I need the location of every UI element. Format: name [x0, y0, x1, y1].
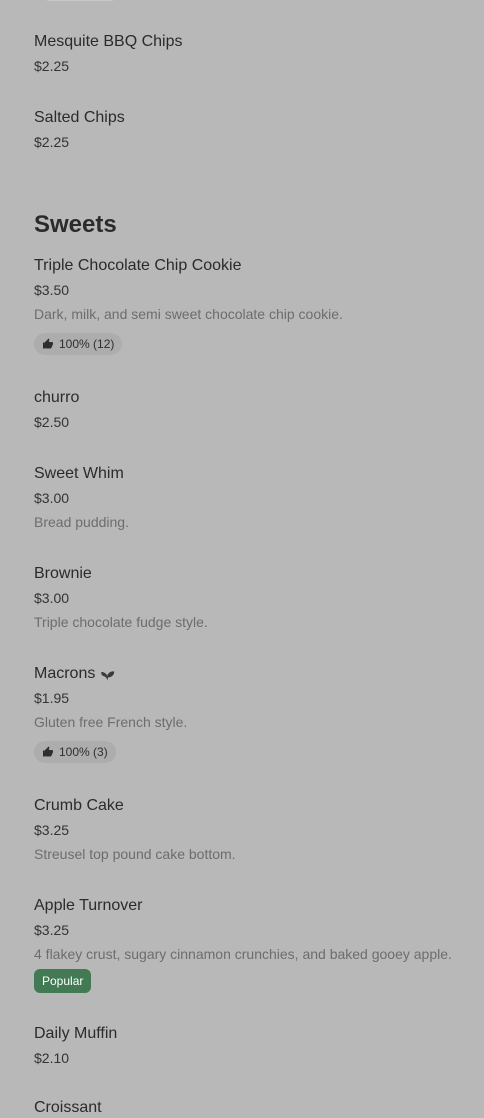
rating-text: 100% (12) — [59, 337, 115, 351]
item-name: Mesquite BBQ Chips — [34, 33, 183, 50]
item-name: Salted Chips — [34, 109, 125, 126]
rating-badge: 100% (3) — [34, 741, 116, 763]
rating-badge: 100% (12) — [34, 333, 123, 355]
item-description: Bread pudding. — [34, 514, 129, 530]
item-name: Triple Chocolate Chip Cookie — [34, 257, 242, 274]
item-description: Triple chocolate fudge style. — [34, 614, 208, 630]
item-name: Macrons — [34, 665, 96, 682]
item-price: $2.50 — [34, 414, 70, 430]
menu-item-mesquite-bbq-chips[interactable]: Mesquite BBQ Chips $2.25 — [34, 32, 464, 75]
item-description: Streusel top pound cake bottom. — [34, 846, 236, 862]
menu-item-daily-muffin[interactable]: Daily Muffin $2.10 — [34, 1024, 464, 1067]
item-price: $3.00 — [34, 490, 70, 506]
menu-item-croissant[interactable]: Croissant — [34, 1098, 464, 1118]
item-description: Gluten free French style. — [34, 714, 188, 730]
menu-item-macrons[interactable]: Macrons $1.95 Gluten free French style. … — [34, 664, 464, 763]
item-price: $3.25 — [34, 822, 70, 838]
menu-item-triple-chocolate-chip-cookie[interactable]: Triple Chocolate Chip Cookie $3.50 Dark,… — [34, 256, 464, 355]
rating-text: 100% (3) — [59, 745, 108, 759]
item-name: Apple Turnover — [34, 897, 143, 914]
item-name: Daily Muffin — [34, 1025, 118, 1042]
thumbs-up-icon — [43, 746, 53, 757]
item-price: $2.10 — [34, 1050, 70, 1066]
previous-item-badge-edge — [46, 0, 114, 1]
menu-item-churro[interactable]: churro $2.50 — [34, 388, 464, 431]
popular-badge: Popular — [34, 969, 92, 993]
menu-item-apple-turnover[interactable]: Apple Turnover $3.25 4 flakey crust, sug… — [34, 896, 464, 993]
item-name: Crumb Cake — [34, 797, 124, 814]
item-name-row: Macrons — [34, 664, 464, 684]
thumbs-up-icon — [43, 338, 53, 349]
menu-item-salted-chips[interactable]: Salted Chips $2.25 — [34, 108, 464, 151]
item-price: $1.95 — [34, 690, 70, 706]
menu-item-brownie[interactable]: Brownie $3.00 Triple chocolate fudge sty… — [34, 564, 464, 631]
menu-page: Mesquite BBQ Chips $2.25 Salted Chips $2… — [0, 0, 484, 1116]
menu-item-sweet-whim[interactable]: Sweet Whim $3.00 Bread pudding. — [34, 464, 464, 531]
item-price: $3.50 — [34, 282, 70, 298]
section-title: Sweets — [34, 211, 117, 238]
item-price: $2.25 — [34, 58, 70, 74]
item-price: $3.25 — [34, 922, 70, 938]
item-name: churro — [34, 389, 80, 406]
item-description: Dark, milk, and semi sweet chocolate chi… — [34, 306, 343, 322]
leaf-icon — [101, 670, 115, 681]
item-name: Sweet Whim — [34, 465, 124, 482]
menu-item-crumb-cake[interactable]: Crumb Cake $3.25 Streusel top pound cake… — [34, 796, 464, 863]
item-name: Brownie — [34, 565, 92, 582]
item-price: $2.25 — [34, 134, 70, 150]
item-name: Croissant — [34, 1099, 102, 1116]
item-description: 4 flakey crust, sugary cinnamon crunchie… — [34, 946, 452, 962]
item-price: $3.00 — [34, 590, 70, 606]
